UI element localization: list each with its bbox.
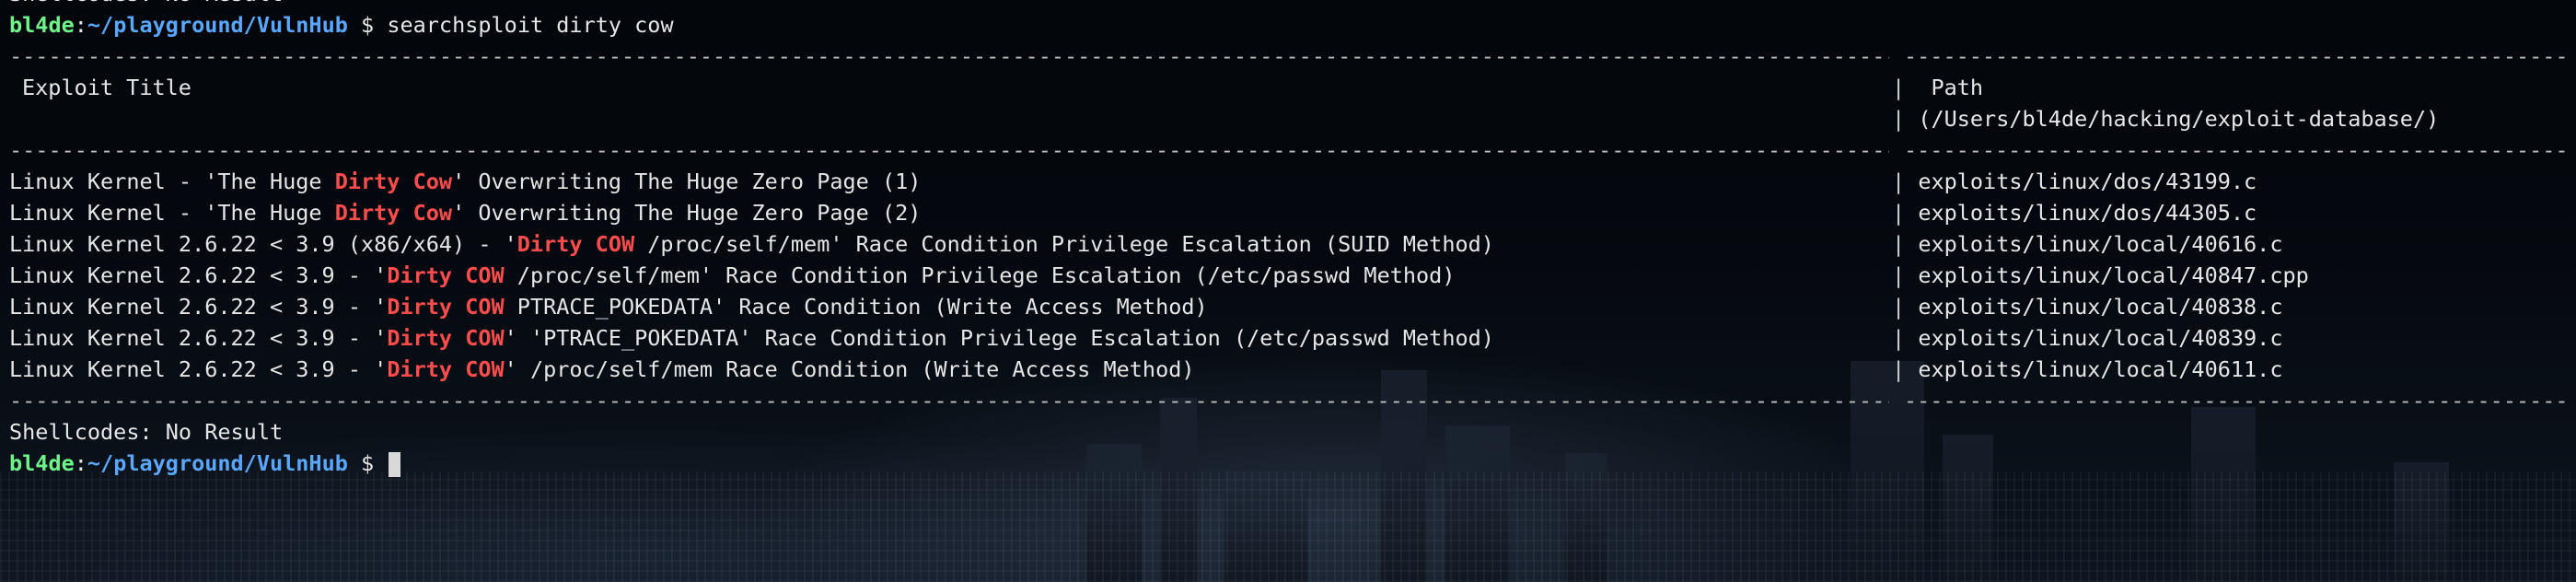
column-header-path-root: | (/Users/bl4de/hacking/exploit-database… (1892, 106, 2440, 132)
result-row-path[interactable]: | exploits/linux/local/40838.c (1892, 291, 2282, 322)
separator-bottom-left: ----------------------------------------… (9, 388, 1889, 413)
match-highlight: Dirty Cow (334, 200, 453, 226)
prompt-symbol: $ (361, 12, 375, 38)
result-row-path[interactable]: | exploits/linux/dos/43199.c (1892, 166, 2257, 197)
match-highlight: Dirty COW (387, 356, 505, 382)
active-prompt-line[interactable]: bl4de:~/playground/VulnHub $ (9, 448, 401, 479)
prompt-host: bl4de (9, 450, 75, 476)
previous-output-line: Shellcodes: No Result (9, 0, 283, 9)
prompt-path: ~/playground/VulnHub (87, 12, 348, 38)
result-row-title[interactable]: Linux Kernel 2.6.22 < 3.9 - 'Dirty COW' … (9, 354, 1195, 385)
prompt-symbol: $ (361, 450, 375, 476)
prompt-host: bl4de (9, 12, 75, 38)
column-header-title: Exploit Title (22, 75, 191, 100)
separator-top-right: ----------------------------------------… (1904, 43, 2567, 69)
match-highlight: Dirty COW (387, 294, 505, 320)
separator-top-left: ----------------------------------------… (9, 43, 1889, 69)
command-line: bl4de:~/playground/VulnHub $ searchsploi… (9, 12, 674, 38)
result-row-path[interactable]: | exploits/linux/dos/44305.c (1892, 197, 2257, 228)
result-row-title[interactable]: Linux Kernel 2.6.22 < 3.9 - 'Dirty COW P… (9, 291, 1208, 322)
text-cursor[interactable] (389, 452, 401, 477)
command-text: searchsploit dirty cow (387, 12, 674, 38)
separator-bottom-right: ----------------------------------------… (1904, 388, 2567, 413)
shellcodes-result: Shellcodes: No Result (9, 419, 284, 445)
result-row-title[interactable]: Linux Kernel 2.6.22 < 3.9 - 'Dirty COW' … (9, 322, 1494, 354)
result-row-path[interactable]: | exploits/linux/local/40839.c (1892, 322, 2282, 354)
match-highlight: Dirty COW (387, 325, 505, 351)
match-highlight: Dirty COW (387, 262, 505, 288)
result-row-path[interactable]: | exploits/linux/local/40847.cpp (1892, 260, 2309, 291)
result-row-path[interactable]: | exploits/linux/local/40616.c (1892, 228, 2282, 260)
separator-header-right: ----------------------------------------… (1904, 137, 2567, 163)
terminal-window[interactable]: Shellcodes: No Result bl4de:~/playground… (0, 0, 2576, 582)
result-row-title[interactable]: Linux Kernel - 'The Huge Dirty Cow' Over… (9, 166, 921, 197)
match-highlight: Dirty COW (516, 231, 635, 257)
match-highlight: Dirty Cow (334, 169, 453, 194)
separator-header-left: ----------------------------------------… (9, 137, 1889, 163)
result-row-title[interactable]: Linux Kernel - 'The Huge Dirty Cow' Over… (9, 197, 921, 228)
result-row-title[interactable]: Linux Kernel 2.6.22 < 3.9 (x86/x64) - 'D… (9, 228, 1494, 260)
result-row-title[interactable]: Linux Kernel 2.6.22 < 3.9 - 'Dirty COW /… (9, 260, 1455, 291)
prompt-path: ~/playground/VulnHub (87, 450, 348, 476)
result-row-path[interactable]: | exploits/linux/local/40611.c (1892, 354, 2282, 385)
column-header-path: | Path (1892, 75, 1984, 100)
